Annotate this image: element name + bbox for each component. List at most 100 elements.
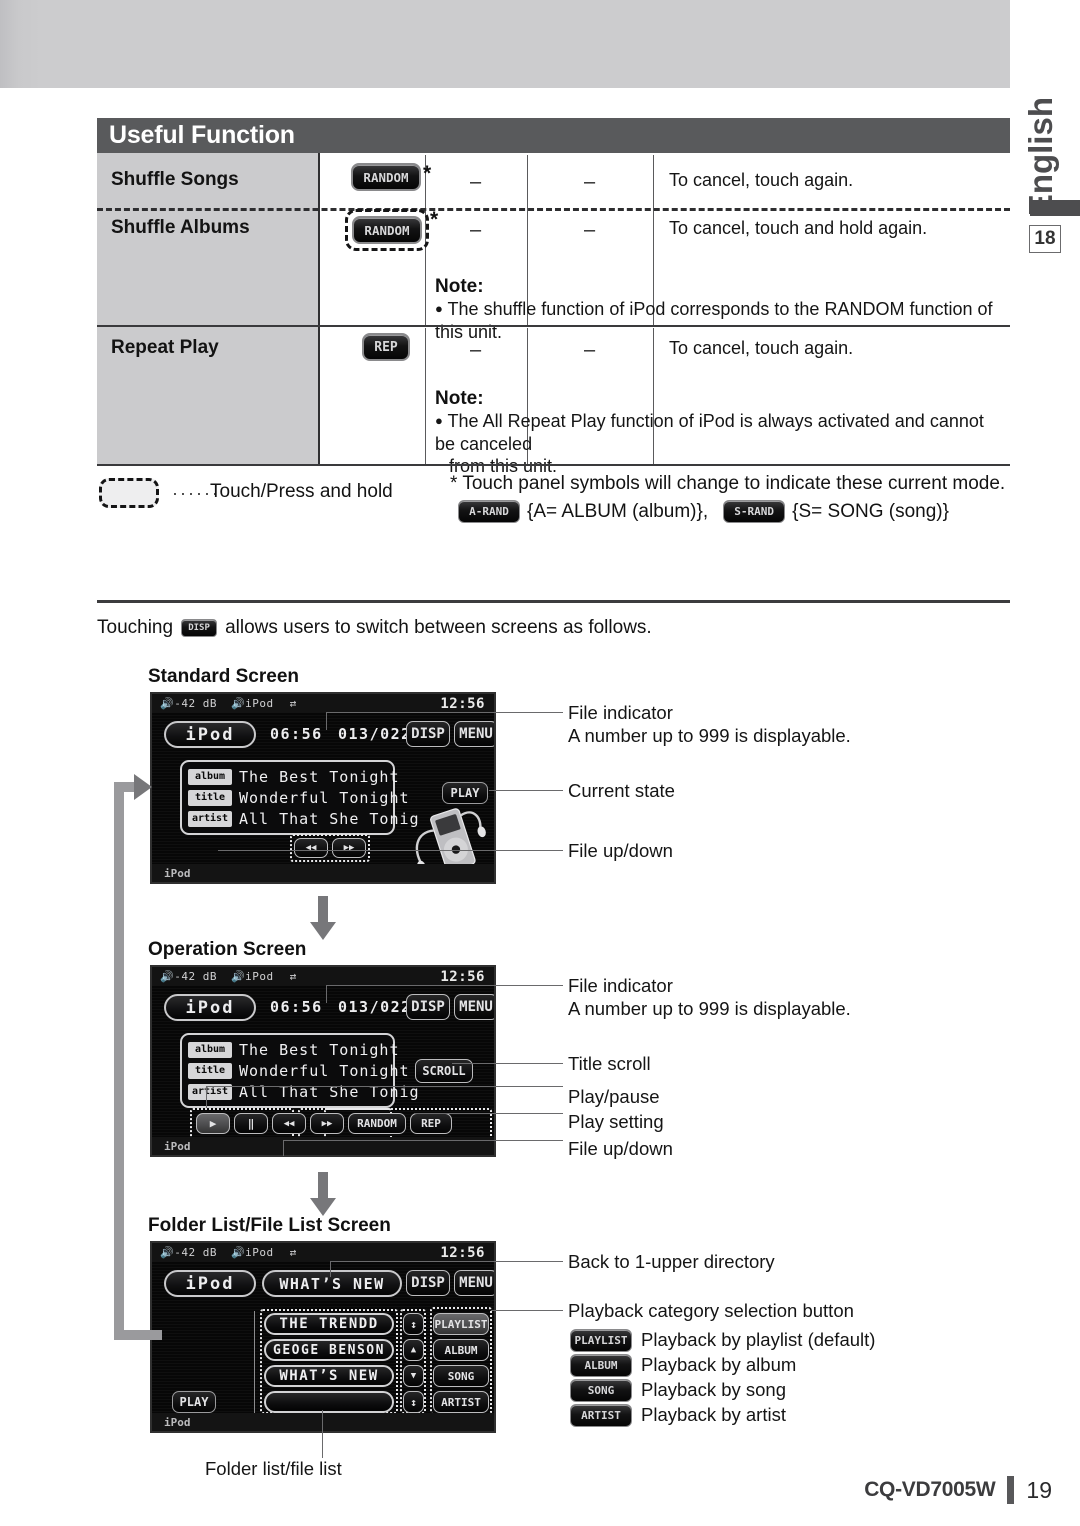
a-rand-button: A-RAND xyxy=(458,500,520,523)
random-hold-button[interactable]: RANDOM xyxy=(352,216,422,244)
anno-folderlist-bottom: Folder list/file list xyxy=(205,1458,342,1479)
standard-prev-button[interactable]: ◀◀ xyxy=(294,838,328,858)
operation-pause-button[interactable]: ‖ xyxy=(234,1113,268,1134)
folder-list-item-1[interactable]: THE TRENDD xyxy=(264,1313,394,1335)
row-label-repeat-play: Repeat Play xyxy=(111,337,219,358)
volume-icon-operation: 🔊 xyxy=(160,970,175,983)
folder-scroll-up-button[interactable]: ▲ xyxy=(403,1339,424,1361)
row-label-shuffle-songs: Shuffle Songs xyxy=(111,169,239,190)
leader-operation-file-indicator xyxy=(326,985,563,986)
folder-category-artist-button[interactable]: ARTIST xyxy=(433,1391,489,1413)
leader-standard-file-updown xyxy=(218,850,563,851)
shuffle-symbol-icon-operation: ⇄ xyxy=(289,970,297,983)
operation-elapsed-time: 06:56 xyxy=(270,998,323,1016)
standard-screen-lcd: 🔊 -42 dB 🔊 iPod ⇄ 12:56 iPod 06:56 013/0… xyxy=(150,692,496,884)
artist-tag: artist xyxy=(188,810,232,827)
caption-operation-screen: Operation Screen xyxy=(148,939,307,960)
operation-rep-button[interactable]: REP xyxy=(410,1113,452,1134)
standard-menu-button[interactable]: MENU xyxy=(454,721,494,747)
note2-bullet: ● xyxy=(435,413,443,428)
flow-arrow-head-2 xyxy=(310,1198,336,1216)
category-legend-list: PLAYLIST Playback by playlist (default) … xyxy=(570,1328,875,1428)
standard-statusbar: 🔊 -42 dB 🔊 iPod ⇄ 12:56 xyxy=(152,694,494,713)
asterisk-symbol-row: A-RAND {A= ALBUM (album)}, S-RAND {S= SO… xyxy=(458,500,949,523)
section-title: Useful Function xyxy=(109,121,295,149)
standard-disp-button[interactable]: DISP xyxy=(406,721,450,747)
folder-list-item-3[interactable]: WHAT’S NEW xyxy=(264,1365,394,1387)
leader-folderlist-bottom-vert xyxy=(322,1410,323,1458)
album-tag: album xyxy=(188,768,232,785)
row2-button-cell: RANDOM * xyxy=(345,209,438,251)
s-rand-button: S-RAND xyxy=(723,500,786,523)
note2-heading: Note: xyxy=(435,388,484,409)
column-divider-4 xyxy=(425,328,426,464)
operation-play-button[interactable]: ▶ xyxy=(196,1113,230,1134)
row1-col2-dash: – xyxy=(470,171,482,193)
leader-standard-current-state xyxy=(489,790,563,791)
folder-category-album-button[interactable]: ALBUM xyxy=(433,1339,489,1361)
leader-operation-title-scroll xyxy=(452,1063,563,1064)
folder-footer-label: iPod xyxy=(164,1415,191,1429)
category-legend-row-playlist: PLAYLIST Playback by playlist (default) xyxy=(570,1328,875,1352)
row1-row2-divider xyxy=(97,208,1010,211)
leader-folder-category xyxy=(491,1310,563,1311)
row3-button-cell: REP xyxy=(362,333,410,361)
category-legend-row-song: SONG Playback by song xyxy=(570,1378,875,1402)
asterisk-note-text: * Touch panel symbols will change to ind… xyxy=(450,473,1006,494)
operation-disp-button[interactable]: DISP xyxy=(406,994,450,1020)
folder-clock: 12:56 xyxy=(440,1244,485,1261)
folder-volume-value: -42 dB xyxy=(174,1246,217,1259)
flow-arrow-shaft-2 xyxy=(318,1172,328,1200)
operation-next-button[interactable]: ▶▶ xyxy=(310,1113,344,1134)
folder-list-item-2[interactable]: GEOGE BENSON xyxy=(264,1339,394,1361)
operation-menu-button[interactable]: MENU xyxy=(454,994,494,1020)
table-bottom-rule xyxy=(97,464,1010,466)
leader-folder-upper-dir xyxy=(330,1261,563,1262)
row1-button-cell: RANDOM * xyxy=(351,163,431,191)
anno-standard-file-indicator: File indicator A number up to 999 is dis… xyxy=(568,701,851,747)
body-section-rule xyxy=(97,600,1010,603)
loop-arrowhead xyxy=(134,774,152,800)
operation-random-button[interactable]: RANDOM xyxy=(348,1113,406,1134)
standard-footer-label: iPod xyxy=(164,866,191,880)
operation-album-tag: album xyxy=(188,1041,232,1058)
folder-scroll-down-button[interactable]: ▼ xyxy=(403,1365,424,1387)
folder-title-pill[interactable]: WHAT’S NEW xyxy=(262,1270,402,1297)
folder-category-playlist-button[interactable]: PLAYLIST xyxy=(433,1313,489,1335)
standard-volume-value: -42 dB xyxy=(174,697,217,710)
folder-list-connector-vert xyxy=(254,1311,255,1415)
anno-standard-file-indicator-l2: A number up to 999 is displayable. xyxy=(568,725,851,747)
folder-scroll-pageup-button[interactable]: ↕ xyxy=(403,1313,424,1335)
operation-source-pill[interactable]: iPod xyxy=(164,994,256,1021)
anno-operation-playsetting: Play setting xyxy=(568,1111,664,1132)
folder-source-value: iPod xyxy=(245,1246,274,1259)
folder-category-song-button[interactable]: SONG xyxy=(433,1365,489,1387)
touch-hold-legend-box xyxy=(99,478,159,508)
standard-next-button[interactable]: ▶▶ xyxy=(332,838,366,858)
operation-prev-button[interactable]: ◀◀ xyxy=(272,1113,306,1134)
folder-disp-button[interactable]: DISP xyxy=(406,1270,450,1296)
random-button[interactable]: RANDOM xyxy=(351,163,421,191)
folder-scroll-pagedown-button[interactable]: ↕ xyxy=(403,1391,424,1413)
note2-text-line1: The All Repeat Play function of iPod is … xyxy=(435,411,984,454)
source-icon-operation: 🔊 xyxy=(230,970,246,983)
standard-source-pill[interactable]: iPod xyxy=(164,721,256,748)
rep-button[interactable]: REP xyxy=(362,333,410,361)
anno-operation-fileupdown: File up/down xyxy=(568,1138,673,1159)
page-footer: CQ-VD7005W 19 xyxy=(864,1476,1052,1504)
operation-source-value: iPod xyxy=(245,970,274,983)
folder-menu-button[interactable]: MENU xyxy=(454,1270,494,1296)
folder-list-item-4[interactable] xyxy=(264,1391,394,1413)
note1-text: The shuffle function of iPod corresponds… xyxy=(435,299,993,342)
intro-after-text: allows users to switch between screens a… xyxy=(225,617,652,638)
leader-operation-playpause xyxy=(206,1086,563,1087)
touch-and-hold-wrapper: RANDOM xyxy=(345,209,429,251)
intro-sentence: Touching DISP allows users to switch bet… xyxy=(97,617,652,639)
folder-statusbar: 🔊 -42 dB 🔊 iPod ⇄ 12:56 xyxy=(152,1243,494,1262)
operation-title-value: Wonderful Tonight xyxy=(239,1061,410,1080)
a-rand-description: {A= ALBUM (album)}, xyxy=(527,500,709,522)
folder-source-pill[interactable]: iPod xyxy=(164,1270,256,1297)
operation-title-tag: title xyxy=(188,1062,232,1079)
legend-touch-hold-label: Touch/Press and hold xyxy=(210,481,393,502)
volume-icon: 🔊 xyxy=(160,697,175,710)
